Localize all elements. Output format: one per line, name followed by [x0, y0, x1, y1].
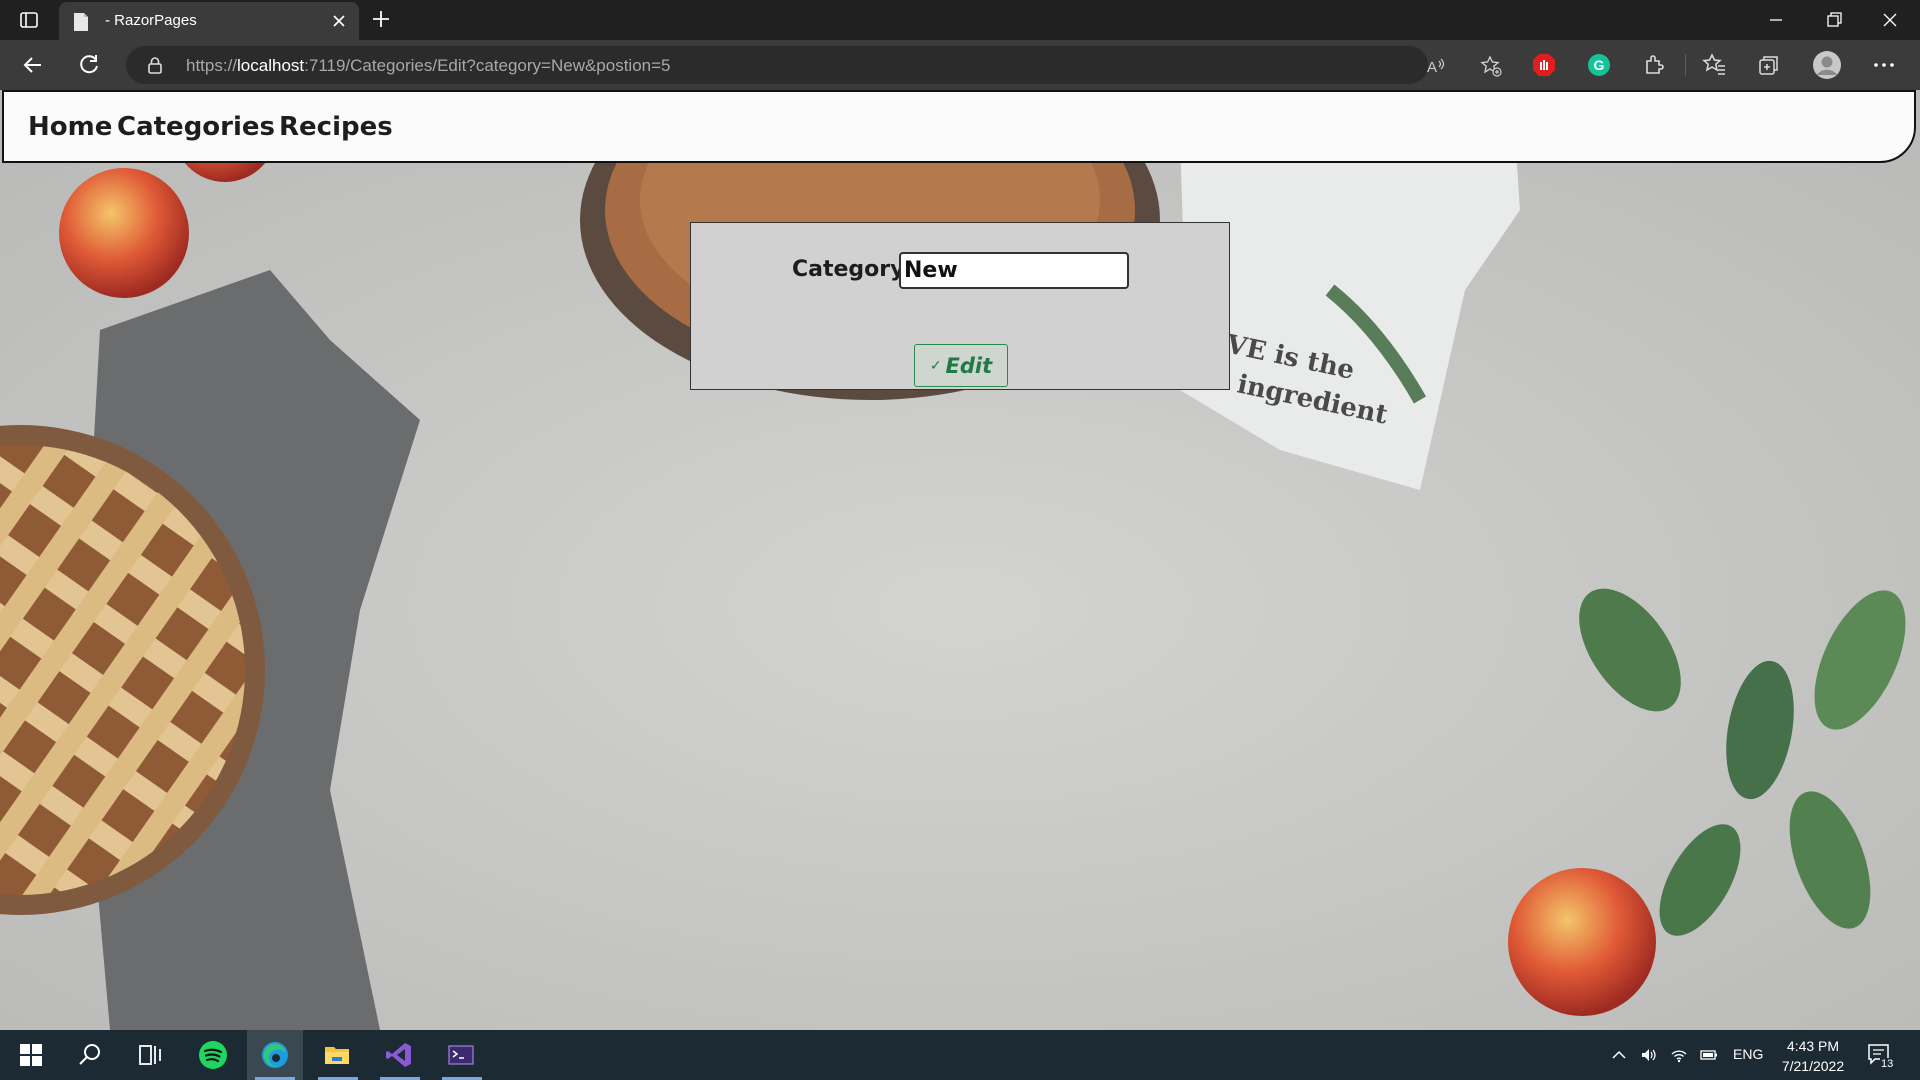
windows-taskbar: ENG 4:43 PM 7/21/2022 13 [0, 1030, 1920, 1080]
battery-icon[interactable] [1700, 1046, 1718, 1064]
browser-toolbar: https://localhost:7119/Categories/Edit?c… [0, 40, 1920, 90]
edge-browser-icon[interactable] [260, 1040, 290, 1070]
url-text[interactable]: https://localhost:7119/Categories/Edit?c… [186, 56, 671, 76]
nav-link-home[interactable]: Home [28, 112, 112, 142]
edit-category-form: Category ✓ Edit [690, 222, 1230, 390]
page-favicon-icon [74, 13, 88, 31]
nav-link-categories[interactable]: Categories [117, 112, 275, 142]
adblock-extension-icon[interactable] [1531, 52, 1557, 78]
notification-count-badge: 13 [1880, 1058, 1895, 1070]
tab-title: - RazorPages [105, 12, 197, 29]
spotify-icon[interactable] [198, 1040, 228, 1070]
url-host: localhost [237, 56, 305, 75]
page-viewport: VE is the ingredient Home Categories Rec… [0, 90, 1920, 1030]
browser-title-bar: - RazorPages [0, 0, 1920, 40]
close-window-icon[interactable] [1880, 10, 1900, 30]
terminal-icon[interactable] [446, 1040, 476, 1070]
close-tab-icon[interactable] [331, 13, 347, 29]
read-aloud-icon[interactable]: A [1425, 55, 1447, 77]
category-label: Category [792, 257, 905, 282]
category-input[interactable] [899, 252, 1129, 289]
nav-link-recipes[interactable]: Recipes [279, 112, 393, 142]
svg-text:G: G [1594, 57, 1605, 73]
svg-text:A: A [1427, 59, 1437, 76]
edit-button-label: Edit [945, 353, 993, 378]
favorites-icon[interactable] [1701, 52, 1727, 78]
url-scheme: https:// [186, 56, 238, 75]
extensions-icon[interactable] [1641, 52, 1667, 78]
new-tab-icon[interactable] [370, 8, 392, 30]
browser-tab[interactable]: - RazorPages [59, 2, 359, 40]
lock-icon[interactable] [146, 56, 164, 74]
wifi-icon[interactable] [1670, 1046, 1688, 1064]
input-language[interactable]: ENG [1733, 1046, 1763, 1062]
collections-icon[interactable] [1756, 52, 1782, 78]
clock-date: 7/21/2022 [1781, 1058, 1845, 1074]
refresh-icon[interactable] [76, 52, 102, 78]
check-icon: ✓ [929, 357, 942, 374]
show-hidden-icons-icon[interactable] [1610, 1046, 1628, 1064]
edit-button[interactable]: ✓ Edit [914, 344, 1008, 387]
restore-icon[interactable] [1824, 10, 1844, 30]
tab-actions-icon[interactable] [18, 9, 40, 31]
profile-avatar-icon[interactable] [1812, 50, 1842, 80]
site-navbar: Home Categories Recipes [2, 90, 1916, 163]
minimize-icon[interactable] [1766, 10, 1786, 30]
visual-studio-icon[interactable] [384, 1040, 414, 1070]
back-icon[interactable] [20, 52, 46, 78]
system-clock[interactable]: 4:43 PM 7/21/2022 [1768, 1036, 1858, 1076]
file-explorer-icon[interactable] [322, 1040, 352, 1070]
search-icon[interactable] [75, 1040, 105, 1070]
toolbar-separator [1685, 54, 1686, 76]
task-view-icon[interactable] [135, 1040, 165, 1070]
windows-start-icon[interactable] [16, 1040, 46, 1070]
grammarly-extension-icon[interactable]: G [1586, 52, 1612, 78]
add-favorite-icon[interactable] [1480, 55, 1502, 77]
clock-time: 4:43 PM [1786, 1038, 1840, 1054]
url-path: :7119/Categories/Edit?category=New&posti… [304, 56, 671, 75]
address-bar[interactable]: https://localhost:7119/Categories/Edit?c… [126, 46, 1502, 84]
more-options-icon[interactable] [1871, 52, 1897, 78]
volume-icon[interactable] [1640, 1046, 1658, 1064]
